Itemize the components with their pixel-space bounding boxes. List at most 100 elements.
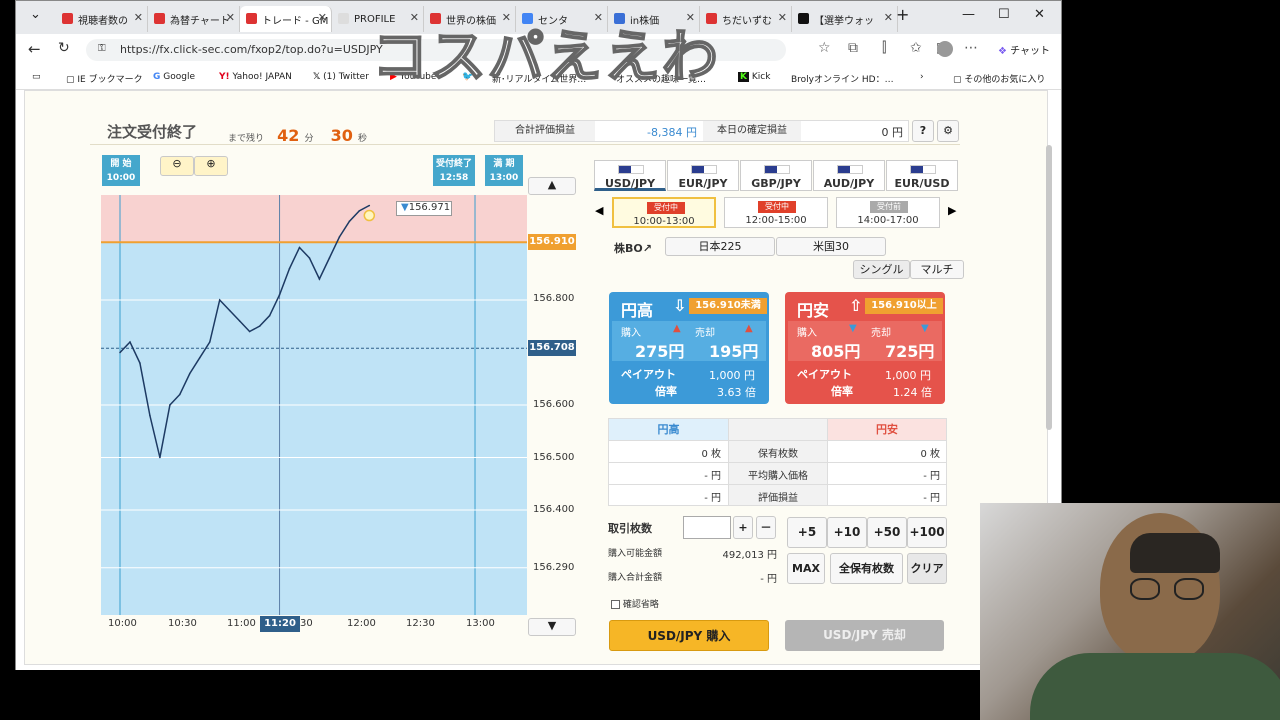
- settings-button[interactable]: ⚙: [937, 120, 959, 142]
- hover-time-tag: 11:20: [260, 616, 300, 632]
- price-point: [268, 314, 271, 317]
- tab-2[interactable]: トレード - GM ✕: [240, 6, 332, 32]
- yahoo-icon: Y!: [219, 72, 230, 82]
- scrollbar[interactable]: [1046, 145, 1052, 430]
- x-tick-label: 12:00: [347, 618, 376, 629]
- flag-icon: [691, 165, 717, 174]
- flag-icon: [618, 165, 644, 174]
- price-point: [338, 236, 341, 238]
- yen-up-card[interactable]: 円高 ⇩ 156.910未満 購入 ▲ 275円 売却 ▲ 195円 ペイアウト…: [609, 292, 769, 404]
- zoom-in-button[interactable]: ⊕: [194, 156, 228, 176]
- tab-usdjpy[interactable]: USD/JPY: [594, 160, 666, 191]
- bookmark-kick[interactable]: K Kick: [738, 72, 770, 82]
- chat-button[interactable]: ❖ チャット: [998, 42, 1050, 57]
- price-chart[interactable]: [101, 195, 527, 615]
- split-screen-icon[interactable]: ⫿: [882, 40, 886, 56]
- price-point: [278, 293, 281, 296]
- tab-menu-icon[interactable]: ⌄: [30, 7, 41, 22]
- session-2[interactable]: 受付前 14:00-17:00: [836, 197, 940, 228]
- buy-button[interactable]: USD/JPY 購入: [609, 620, 769, 651]
- webcam-feed: [980, 503, 1280, 720]
- qty-plus10-button[interactable]: +10: [827, 517, 867, 548]
- chevron-right-icon[interactable]: ›: [920, 72, 924, 82]
- bookmark-yahoo[interactable]: Y! Yahoo! JAPAN: [219, 72, 292, 82]
- bookmark-other[interactable]: ▢ その他のお気に入り: [953, 72, 1045, 85]
- site-info-icon[interactable]: ⚿: [98, 43, 106, 54]
- session-prev-icon[interactable]: ◀: [595, 204, 603, 217]
- tab-favicon-icon: [62, 13, 73, 24]
- confirm-skip-checkbox[interactable]: [611, 600, 620, 609]
- price-point: [149, 414, 151, 417]
- qty-plus50-button[interactable]: +50: [867, 517, 907, 548]
- close-icon[interactable]: ✕: [884, 11, 893, 24]
- tab-audjpy[interactable]: AUD/JPY: [813, 160, 885, 191]
- price-point: [228, 309, 231, 312]
- tab-1[interactable]: 為替チャート ✕: [148, 6, 240, 32]
- session-0[interactable]: 受付中 10:00-13:00: [612, 197, 716, 228]
- favorites-icon[interactable]: ✩: [910, 40, 922, 56]
- bookmark-twitter[interactable]: 𝕏 (1) Twitter: [313, 72, 369, 82]
- page-title: 注文受付終了: [107, 123, 198, 141]
- all-holdings-button[interactable]: 全保有枚数: [830, 553, 903, 584]
- bookmark-broly[interactable]: Brolyオンライン HD：…: [791, 72, 894, 85]
- tab-8[interactable]: 【選挙ウォッ ✕: [792, 6, 898, 32]
- quantity-minus-button[interactable]: －: [756, 516, 776, 539]
- quantity-input[interactable]: [683, 516, 731, 539]
- tab-eurusd[interactable]: EUR/USD: [886, 160, 958, 191]
- reload-icon[interactable]: ↻: [58, 40, 70, 56]
- y-tick-label: 156.400: [533, 504, 575, 515]
- x-tick-label: 11:00: [227, 618, 256, 629]
- close-icon[interactable]: ✕: [226, 11, 235, 24]
- close-icon[interactable]: ✕: [318, 11, 327, 24]
- price-point: [368, 204, 371, 207]
- session-1[interactable]: 受付中 12:00-15:00: [724, 197, 828, 228]
- zoom-out-button[interactable]: ⊖: [160, 156, 194, 176]
- back-icon[interactable]: ←: [28, 40, 41, 58]
- bookmark-google[interactable]: G Google: [153, 72, 195, 82]
- tab-eurjpy[interactable]: EUR/JPY: [667, 160, 739, 191]
- extensions-icon[interactable]: ⧉: [848, 40, 858, 56]
- close-icon[interactable]: ✕: [778, 11, 787, 24]
- price-point: [348, 220, 351, 223]
- quantity-plus-button[interactable]: +: [733, 516, 753, 539]
- note-icon: [798, 13, 809, 24]
- tab-0[interactable]: 視聴者数の ✕: [56, 6, 148, 32]
- bookmark-menu-icon[interactable]: ▭: [32, 72, 41, 82]
- help-button[interactable]: ?: [912, 120, 934, 142]
- more-icon[interactable]: ⋯: [964, 40, 978, 56]
- nikkei-button[interactable]: 日本225: [665, 237, 775, 256]
- price-point: [169, 404, 171, 406]
- max-button[interactable]: MAX: [787, 553, 825, 584]
- session-next-icon[interactable]: ▶: [948, 204, 956, 217]
- minimize-button[interactable]: —: [962, 7, 975, 22]
- close-marker: 受付終了 12:58: [433, 155, 475, 186]
- new-tab-button[interactable]: +: [896, 5, 909, 24]
- close-icon[interactable]: ✕: [134, 11, 143, 24]
- us30-button[interactable]: 米国30: [776, 237, 886, 256]
- bookmark-ie[interactable]: ▢ IE ブックマーク: [66, 72, 143, 85]
- stock-bo-link[interactable]: 株BO↗: [614, 240, 652, 256]
- current-price-tag: 156.708: [528, 340, 576, 356]
- scroll-up-button[interactable]: ▲: [528, 177, 576, 195]
- qty-plus100-button[interactable]: +100: [907, 517, 947, 548]
- qty-plus5-button[interactable]: +5: [787, 517, 827, 548]
- arrow-up-icon: ⇧: [849, 296, 863, 315]
- price-point: [298, 246, 301, 249]
- price-point: [139, 362, 141, 364]
- yen-down-card[interactable]: 円安 ⇧ 156.910以上 購入 ▼ 805円 売却 ▼ 725円 ペイアウト…: [785, 292, 945, 404]
- price-point: [328, 257, 331, 259]
- sell-button[interactable]: USD/JPY 売却: [785, 620, 944, 651]
- start-marker: 開 始 10:00: [102, 155, 140, 186]
- single-button[interactable]: シングル: [853, 260, 910, 279]
- maximize-button[interactable]: ☐: [998, 7, 1010, 22]
- flag-icon: [764, 165, 790, 174]
- scroll-down-button[interactable]: ▼: [528, 618, 576, 636]
- tab-gbpjpy[interactable]: GBP/JPY: [740, 160, 812, 191]
- clear-button[interactable]: クリア: [907, 553, 947, 584]
- confirm-skip-option[interactable]: 確認省略: [611, 597, 659, 610]
- price-point: [318, 278, 321, 280]
- avatar[interactable]: [937, 41, 953, 57]
- multi-button[interactable]: マルチ: [910, 260, 964, 279]
- window-close-button[interactable]: ✕: [1034, 7, 1045, 22]
- star-icon[interactable]: ☆: [818, 40, 831, 56]
